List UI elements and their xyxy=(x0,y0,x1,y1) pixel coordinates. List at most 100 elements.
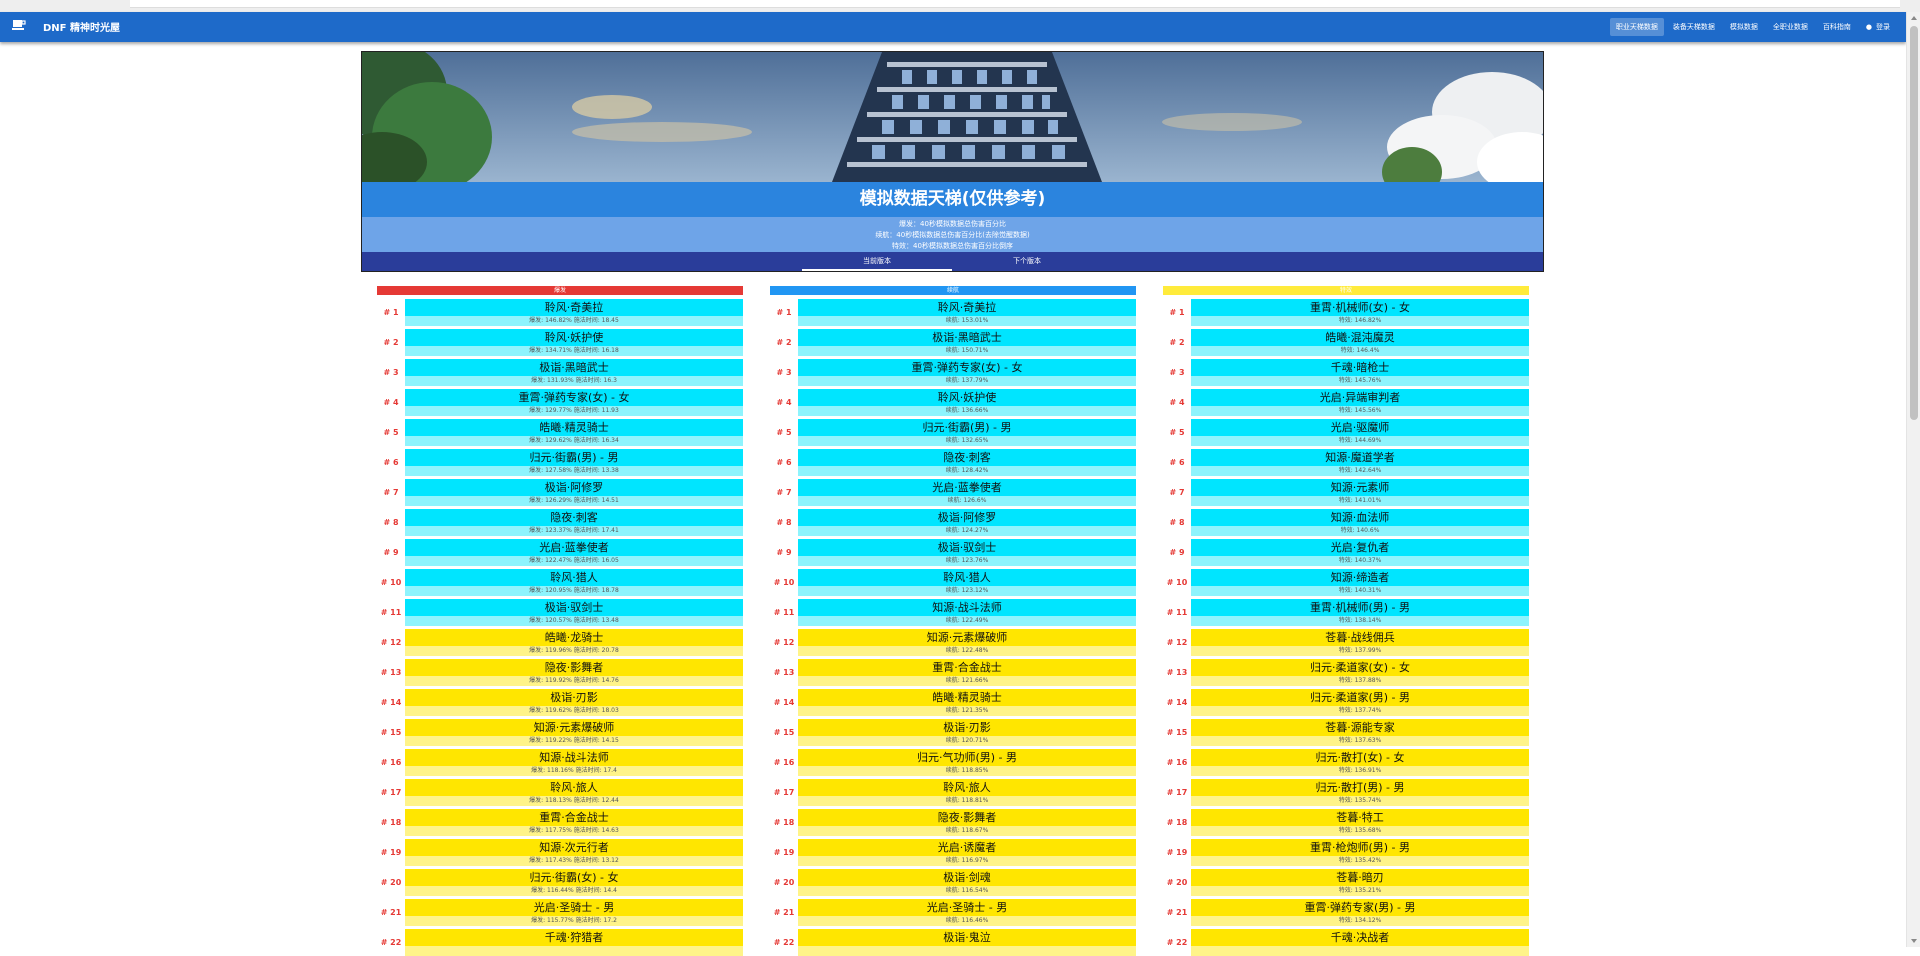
nav-item-wiki[interactable]: 百科指南 xyxy=(1817,18,1857,36)
nav-item-simulation[interactable]: 模拟数据 xyxy=(1724,18,1764,36)
tab-current-version[interactable]: 当前版本 xyxy=(802,252,952,271)
class-card[interactable]: 皓曦·龙骑士 爆发: 119.96% 施法时间: 20.78 xyxy=(405,629,743,656)
class-card[interactable]: 重霄·合金战士 续航: 121.66% xyxy=(798,659,1136,686)
nav-item-class-ladder[interactable]: 职业天梯数据 xyxy=(1609,18,1664,36)
page-scrollbar[interactable] xyxy=(1906,12,1920,947)
class-stat: 续航: 132.65% xyxy=(798,436,1136,446)
class-card[interactable]: 重霄·枪炮师(男) - 男特效: 135.42% xyxy=(1191,839,1529,866)
class-name: 光启·驱魔师 xyxy=(1191,419,1529,436)
class-card[interactable]: 重霄·机械师(女) - 女特效: 146.82% xyxy=(1191,299,1529,326)
class-card[interactable]: 隐夜·影舞者 续航: 118.67% xyxy=(798,809,1136,836)
class-card[interactable]: 光启·复仇者 特效: 140.37% xyxy=(1191,539,1529,566)
class-card[interactable]: 苍暮·特工 特效: 135.68% xyxy=(1191,809,1529,836)
class-card[interactable]: 极诣·驭剑士 爆发: 120.57% 施法时间: 13.48 xyxy=(405,599,743,626)
class-card[interactable]: 知源·元素爆破师 爆发: 119.22% 施法时间: 14.15 xyxy=(405,719,743,746)
class-card[interactable]: 聆风·旅人 续航: 118.81% xyxy=(798,779,1136,806)
brand-title[interactable]: DNF 精神时光屋 xyxy=(43,19,120,34)
class-card[interactable]: 极诣·刃影 续航: 120.71% xyxy=(798,719,1136,746)
class-stat: 特效: 137.74% xyxy=(1191,706,1529,716)
ranking-row: # 15 苍暮·源能专家 特效: 137.63% xyxy=(1163,719,1529,746)
class-card[interactable]: 极诣·驭剑士 续航: 123.76% xyxy=(798,539,1136,566)
class-card[interactable]: 皓曦·精灵骑士 爆发: 129.62% 施法时间: 16.34 xyxy=(405,419,743,446)
class-card[interactable]: 归元·街霸(男) - 男续航: 132.65% xyxy=(798,419,1136,446)
class-name: 归元·街霸(男) - 男 xyxy=(405,449,743,466)
class-card[interactable]: 苍暮·源能专家 特效: 137.63% xyxy=(1191,719,1529,746)
class-card[interactable]: 聆风·奇美拉 爆发: 146.82% 施法时间: 18.45 xyxy=(405,299,743,326)
ranking-row: # 14 皓曦·精灵骑士 续航: 121.35% xyxy=(770,689,1136,716)
class-card[interactable]: 归元·散打(女) - 女特效: 136.91% xyxy=(1191,749,1529,776)
class-stat: 爆发: 146.82% 施法时间: 18.45 xyxy=(405,316,743,326)
class-card[interactable]: 皓曦·精灵骑士 续航: 121.35% xyxy=(798,689,1136,716)
coffee-cup-icon[interactable] xyxy=(12,19,26,33)
class-card[interactable]: 隐夜·影舞者 爆发: 119.92% 施法时间: 14.76 xyxy=(405,659,743,686)
ranking-row: # 5 归元·街霸(男) - 男续航: 132.65% xyxy=(770,419,1136,446)
class-card[interactable]: 聆风·旅人 爆发: 118.13% 施法时间: 12.44 xyxy=(405,779,743,806)
class-card[interactable]: 知源·缔造者 特效: 140.31% xyxy=(1191,569,1529,596)
class-card[interactable]: 光启·驱魔师 特效: 144.69% xyxy=(1191,419,1529,446)
class-card[interactable]: 苍暮·暗刃 特效: 135.21% xyxy=(1191,869,1529,896)
class-card[interactable]: 重霄·机械师(男) - 男特效: 138.14% xyxy=(1191,599,1529,626)
class-stat: 爆发: 122.47% 施法时间: 16.05 xyxy=(405,556,743,566)
class-card[interactable]: 归元·散打(男) - 男特效: 135.74% xyxy=(1191,779,1529,806)
rank-number: # 10 xyxy=(380,578,402,587)
class-card[interactable]: 隐夜·刺客 续航: 128.42% xyxy=(798,449,1136,476)
class-card[interactable]: 千魂·决战者 xyxy=(1191,929,1529,956)
class-card[interactable]: 知源·元素师 特效: 141.01% xyxy=(1191,479,1529,506)
nav-item-all-classes[interactable]: 全职业数据 xyxy=(1767,18,1814,36)
class-name: 苍暮·特工 xyxy=(1191,809,1529,826)
class-name: 聆风·奇美拉 xyxy=(405,299,743,316)
class-stat: 续航: 122.49% xyxy=(798,616,1136,626)
class-card[interactable]: 隐夜·刺客 爆发: 123.37% 施法时间: 17.41 xyxy=(405,509,743,536)
class-card[interactable]: 千魂·狩猎者 xyxy=(405,929,743,956)
ranking-row: # 3 极诣·黑暗武士 爆发: 131.93% 施法时间: 16.3 xyxy=(377,359,743,386)
class-card[interactable]: 聆风·猎人 爆发: 120.95% 施法时间: 18.78 xyxy=(405,569,743,596)
class-card[interactable]: 极诣·黑暗武士 续航: 150.71% xyxy=(798,329,1136,356)
class-card[interactable]: 极诣·剑魂 续航: 116.54% xyxy=(798,869,1136,896)
class-card[interactable]: 知源·次元行者 爆发: 117.43% 施法时间: 13.12 xyxy=(405,839,743,866)
scroll-up-icon[interactable] xyxy=(1910,14,1918,22)
class-name: 隐夜·刺客 xyxy=(405,509,743,526)
class-card[interactable]: 极诣·鬼泣 xyxy=(798,929,1136,956)
class-card[interactable]: 知源·元素爆破师 续航: 122.48% xyxy=(798,629,1136,656)
class-card[interactable]: 重霄·合金战士 爆发: 117.75% 施法时间: 14.63 xyxy=(405,809,743,836)
class-card[interactable]: 光启·蓝拳使者 爆发: 122.47% 施法时间: 16.05 xyxy=(405,539,743,566)
class-card[interactable]: 光启·圣骑士 - 男续航: 116.46% xyxy=(798,899,1136,926)
class-card[interactable]: 聆风·妖护使 续航: 136.66% xyxy=(798,389,1136,416)
class-card[interactable]: 归元·街霸(女) - 女爆发: 116.44% 施法时间: 14.4 xyxy=(405,869,743,896)
nav-item-equipment-ladder[interactable]: 装备天梯数据 xyxy=(1667,18,1721,36)
class-card[interactable]: 知源·战斗法师 爆发: 118.16% 施法时间: 17.4 xyxy=(405,749,743,776)
class-card[interactable]: 聆风·猎人 续航: 123.12% xyxy=(798,569,1136,596)
class-card[interactable]: 归元·柔道家(女) - 女特效: 137.88% xyxy=(1191,659,1529,686)
class-card[interactable]: 千魂·暗枪士 特效: 145.76% xyxy=(1191,359,1529,386)
class-card[interactable]: 归元·气功师(男) - 男续航: 118.85% xyxy=(798,749,1136,776)
class-card[interactable]: 光启·诱魔者 续航: 116.97% xyxy=(798,839,1136,866)
class-card[interactable]: 光启·圣骑士 - 男爆发: 115.77% 施法时间: 17.2 xyxy=(405,899,743,926)
class-card[interactable]: 极诣·阿修罗 爆发: 126.29% 施法时间: 14.51 xyxy=(405,479,743,506)
class-card[interactable]: 极诣·黑暗武士 爆发: 131.93% 施法时间: 16.3 xyxy=(405,359,743,386)
scroll-thumb[interactable] xyxy=(1910,26,1918,420)
class-card[interactable]: 知源·魔道学者 特效: 142.64% xyxy=(1191,449,1529,476)
class-stat: 爆发: 129.62% 施法时间: 16.34 xyxy=(405,436,743,446)
class-card[interactable]: 极诣·刃影 爆发: 119.62% 施法时间: 18.03 xyxy=(405,689,743,716)
tab-next-version[interactable]: 下个版本 xyxy=(952,252,1102,271)
class-card[interactable]: 光启·异端审判者 特效: 145.56% xyxy=(1191,389,1529,416)
class-card[interactable]: 重霄·弹药专家(女) - 女续航: 137.79% xyxy=(798,359,1136,386)
class-card[interactable]: 归元·街霸(男) - 男爆发: 127.58% 施法时间: 13.38 xyxy=(405,449,743,476)
class-card[interactable]: 聆风·奇美拉 续航: 153.01% xyxy=(798,299,1136,326)
class-card[interactable]: 皓曦·混沌魔灵 特效: 146.4% xyxy=(1191,329,1529,356)
ranking-row: # 20 归元·街霸(女) - 女爆发: 116.44% 施法时间: 14.4 xyxy=(377,869,743,896)
class-card[interactable]: 光启·蓝拳使者 续航: 126.6% xyxy=(798,479,1136,506)
scroll-down-icon[interactable] xyxy=(1910,937,1918,945)
ranking-row: # 5 皓曦·精灵骑士 爆发: 129.62% 施法时间: 16.34 xyxy=(377,419,743,446)
class-card[interactable]: 知源·战斗法师 续航: 122.49% xyxy=(798,599,1136,626)
class-card[interactable]: 苍暮·战线佣兵 特效: 137.99% xyxy=(1191,629,1529,656)
class-card[interactable]: 聆风·妖护使 爆发: 134.71% 施法时间: 16.18 xyxy=(405,329,743,356)
class-card[interactable]: 知源·血法师 特效: 140.6% xyxy=(1191,509,1529,536)
class-card[interactable]: 归元·柔道家(男) - 男特效: 137.74% xyxy=(1191,689,1529,716)
class-card[interactable]: 极诣·阿修罗 续航: 124.27% xyxy=(798,509,1136,536)
login-button[interactable]: ● 登录 xyxy=(1860,18,1896,36)
class-card[interactable]: 重霄·弹药专家(女) - 女爆发: 129.77% 施法时间: 11.93 xyxy=(405,389,743,416)
rank-number: # 2 xyxy=(383,338,399,347)
class-name: 极诣·刃影 xyxy=(798,719,1136,736)
class-card[interactable]: 重霄·弹药专家(男) - 男特效: 134.12% xyxy=(1191,899,1529,926)
